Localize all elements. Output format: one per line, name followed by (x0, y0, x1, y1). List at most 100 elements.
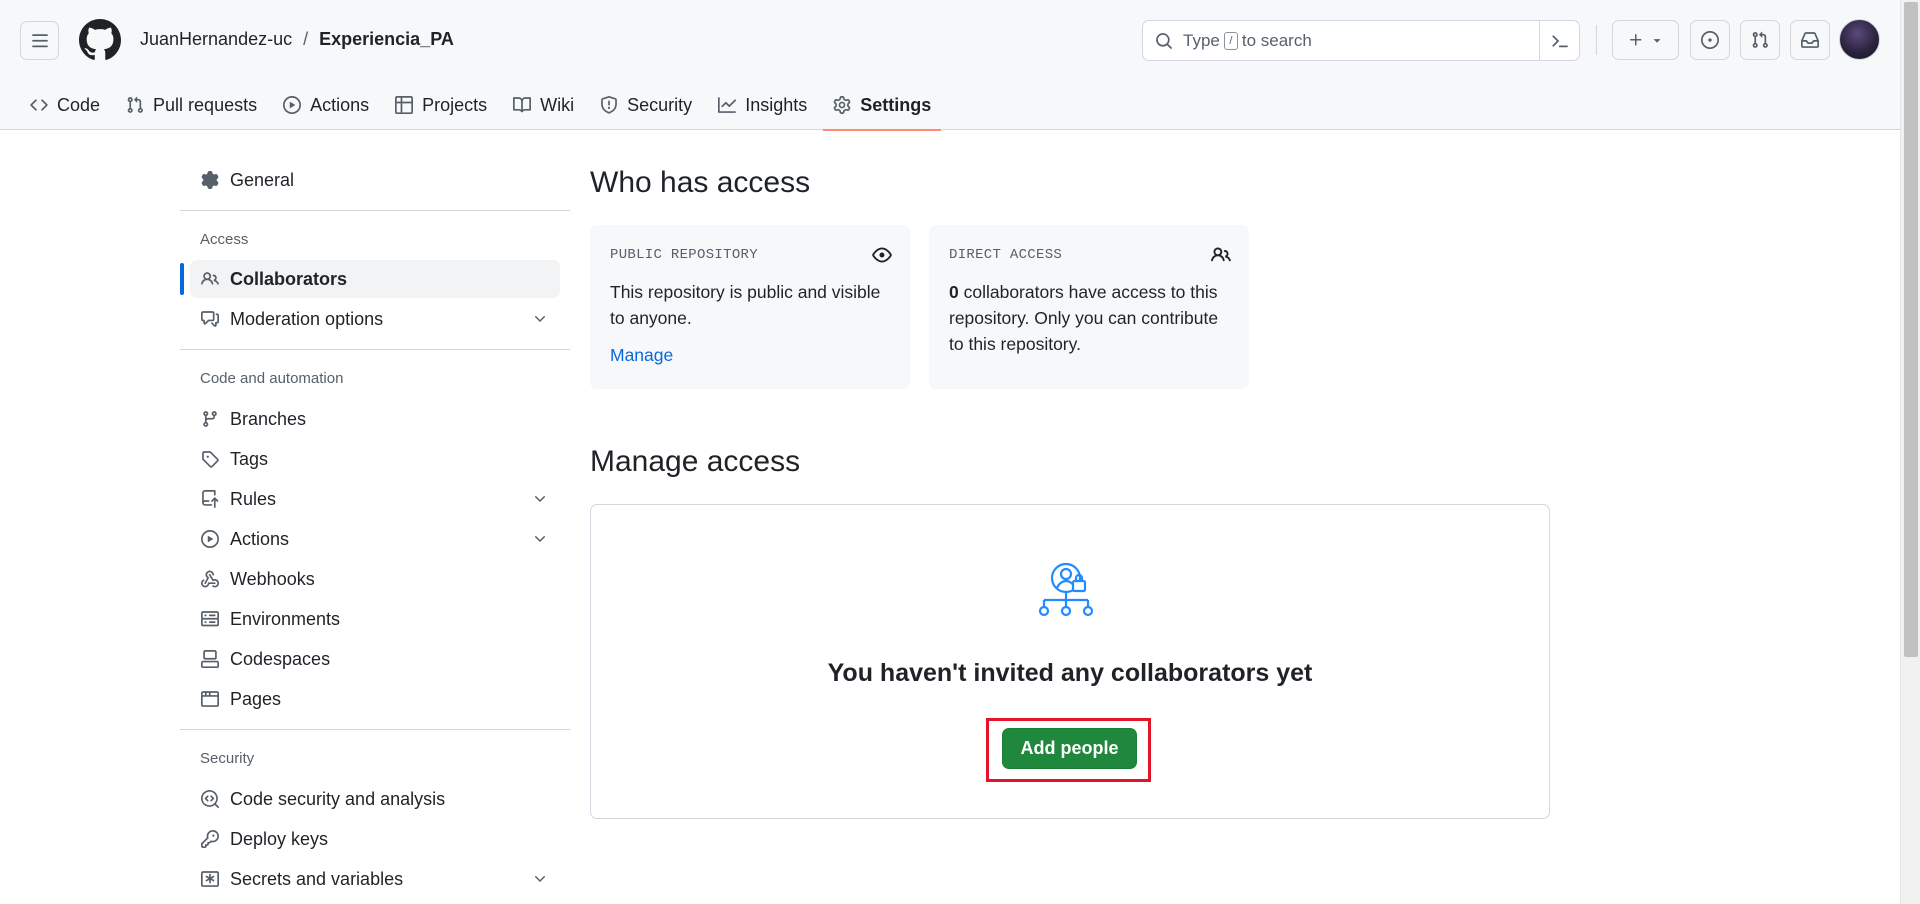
manage-access-title: Manage access (590, 445, 801, 478)
breadcrumb: JuanHernandez-uc / Experiencia_PA (140, 29, 454, 50)
search-placeholder: Type / to search (1183, 31, 1312, 51)
asterisk-square-icon (201, 871, 219, 887)
sidebar-item-label: Branches (230, 408, 307, 429)
plus-icon (1629, 34, 1641, 46)
direct-access-text: 0 collaborators have access to this repo… (949, 279, 1229, 357)
user-avatar[interactable] (1839, 19, 1880, 60)
sidebar-item-label: Secrets and variables (230, 868, 404, 889)
webhook-icon (201, 570, 219, 588)
header-divider (1596, 25, 1597, 55)
tab-wiki[interactable]: Wiki (503, 80, 584, 130)
tab-code[interactable]: Code (20, 80, 110, 130)
app-header: JuanHernandez-uc / Experiencia_PA Type /… (0, 0, 1900, 131)
sidebar-item-label: Tags (230, 448, 269, 469)
public-repository-text: This repository is public and visible to… (610, 282, 881, 328)
tab-insights[interactable]: Insights (708, 80, 817, 130)
sidebar-item-label: Rules (230, 488, 277, 509)
repo-nav: Code Pull requests Actions Projects Wiki… (20, 80, 947, 131)
search-shortcut-key: / (1223, 31, 1238, 50)
chevron-down-icon (535, 536, 545, 542)
issue-opened-icon (1701, 31, 1719, 49)
sidebar-divider (180, 729, 570, 730)
search-placeholder-suffix: to search (1241, 30, 1312, 50)
sidebar-item-deploy-keys[interactable]: Deploy keys (190, 820, 560, 858)
codescan-icon (201, 790, 219, 808)
empty-state-title: You haven't invited any collaborators ye… (827, 659, 1313, 687)
page-scrollbar[interactable] (1900, 0, 1920, 904)
search-placeholder-prefix: Type (1183, 30, 1220, 50)
sidebar-item-collaborators[interactable]: Collaborators (180, 260, 560, 298)
codespaces-icon (201, 650, 219, 668)
book-icon (513, 97, 532, 113)
sidebar-item-code-security[interactable]: Code security and analysis (190, 780, 560, 818)
gear-icon (201, 171, 219, 189)
public-repository-label: PUBLIC REPOSITORY (610, 247, 758, 263)
sidebar-item-webhooks[interactable]: Webhooks (190, 560, 560, 598)
gear-icon (833, 96, 851, 114)
sidebar-heading-access: Access (200, 231, 249, 248)
sidebar-item-actions[interactable]: Actions (190, 520, 560, 558)
chevron-down-icon (535, 876, 545, 882)
terminal-icon (1551, 34, 1568, 47)
table-icon (395, 96, 414, 114)
tab-actions[interactable]: Actions (273, 80, 379, 130)
sidebar-divider (180, 349, 570, 350)
issues-button[interactable] (1690, 20, 1730, 60)
sidebar-item-secrets[interactable]: Secrets and variables (190, 860, 560, 898)
sidebar-item-label: Pages (230, 688, 282, 709)
sidebar-item-branches[interactable]: Branches (190, 400, 560, 438)
tab-settings[interactable]: Settings (823, 80, 942, 131)
chevron-down-icon (535, 496, 545, 502)
who-has-access-title: Who has access (590, 166, 811, 199)
key-icon (201, 830, 219, 848)
search-input[interactable]: Type / to search (1142, 20, 1580, 61)
sidebar-item-label: Codespaces (230, 648, 331, 669)
tab-pull-requests[interactable]: Pull requests (116, 80, 267, 130)
manage-visibility-link[interactable]: Manage (610, 345, 673, 366)
git-pull-request-icon (1752, 31, 1768, 48)
public-repository-card: PUBLIC REPOSITORY This repository is pub… (590, 225, 910, 389)
tab-security[interactable]: Security (590, 80, 702, 130)
sidebar-item-rules[interactable]: Rules (190, 480, 560, 518)
owner-link[interactable]: JuanHernandez-uc (140, 29, 292, 50)
sidebar-item-moderation[interactable]: Moderation options (190, 300, 560, 338)
server-icon (201, 611, 219, 627)
sidebar-heading-security: Security (200, 750, 255, 767)
github-logo-icon[interactable] (79, 19, 121, 61)
hamburger-icon (31, 33, 48, 47)
menu-button[interactable] (20, 21, 59, 60)
triangle-down-icon (1653, 39, 1660, 43)
inbox-button[interactable] (1790, 20, 1830, 60)
sidebar-item-label: General (230, 169, 295, 190)
create-new-button[interactable] (1612, 20, 1679, 60)
graph-icon (718, 97, 737, 113)
collaborators-lock-illustration-icon (1038, 562, 1094, 617)
search-icon (1156, 32, 1172, 49)
tab-actions-label: Actions (310, 94, 370, 115)
eye-icon (872, 247, 892, 263)
play-icon (201, 530, 219, 548)
collaborator-count: 0 (949, 282, 959, 302)
sidebar-heading-code-automation: Code and automation (200, 370, 344, 387)
direct-access-label: DIRECT ACCESS (949, 247, 1063, 263)
browser-icon (201, 691, 219, 707)
sidebar-item-label: Moderation options (230, 308, 384, 329)
tab-insights-label: Insights (745, 94, 808, 115)
sidebar-item-tags[interactable]: Tags (190, 440, 560, 478)
tab-wiki-label: Wiki (540, 94, 575, 115)
tab-projects[interactable]: Projects (385, 80, 497, 130)
sidebar-item-codespaces[interactable]: Codespaces (190, 640, 560, 678)
sidebar-item-label: Code security and analysis (230, 788, 446, 809)
command-palette-button[interactable] (1539, 21, 1579, 60)
breadcrumb-separator: / (303, 29, 309, 49)
repo-link[interactable]: Experiencia_PA (319, 29, 454, 50)
git-branch-icon (203, 411, 217, 427)
git-pull-request-icon (127, 96, 143, 113)
sidebar-item-environments[interactable]: Environments (190, 600, 560, 638)
pull-requests-button[interactable] (1740, 20, 1780, 60)
add-people-button[interactable]: Add people (1002, 728, 1137, 769)
sidebar-item-general[interactable]: General (190, 161, 560, 199)
sidebar-item-pages[interactable]: Pages (190, 680, 560, 718)
tab-settings-label: Settings (860, 94, 932, 115)
scrollbar-thumb[interactable] (1904, 2, 1918, 657)
